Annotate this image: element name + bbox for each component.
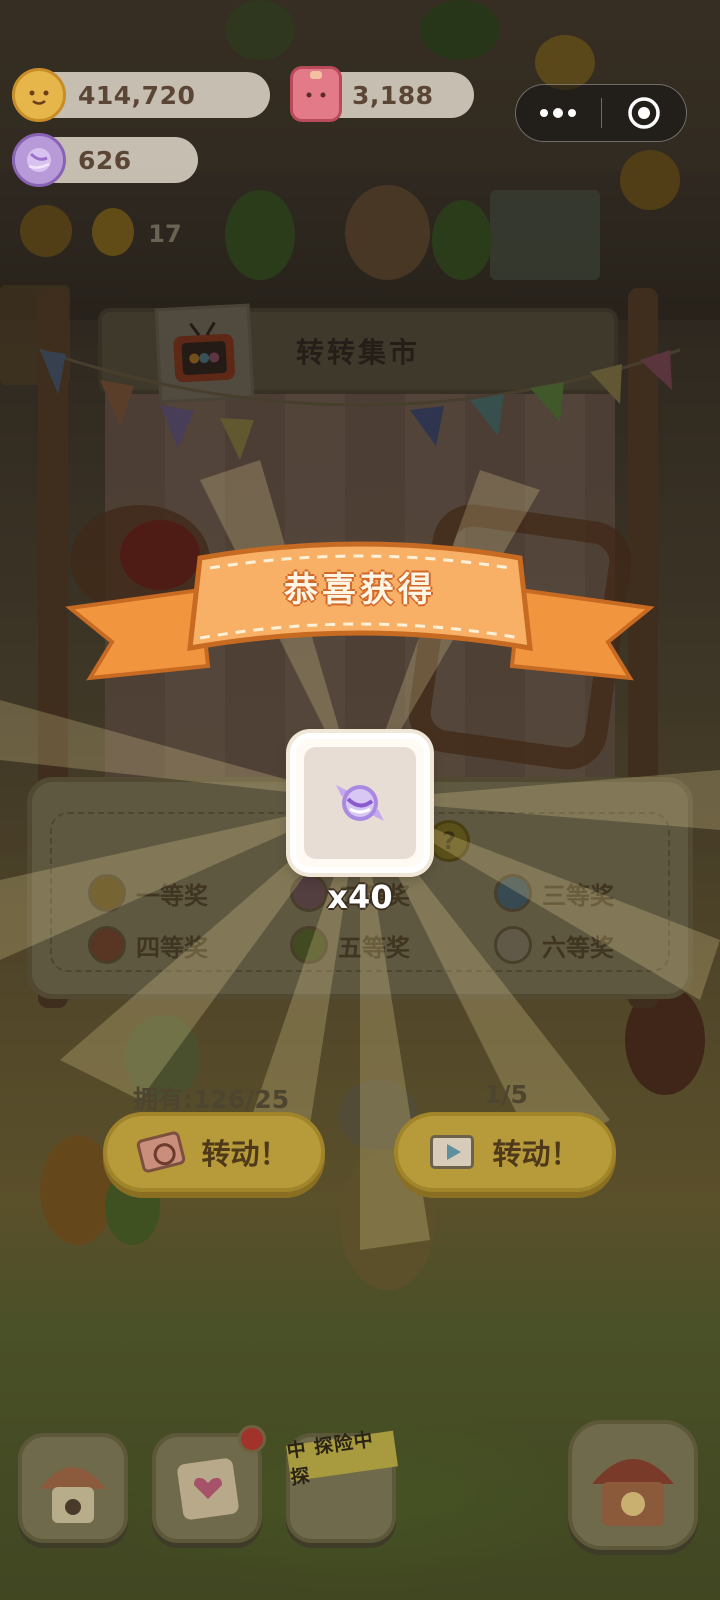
carnival-tent-icon [592, 1459, 674, 1526]
prize-dot-cream [494, 926, 532, 964]
chick-character [92, 208, 134, 256]
shopkeeper-character [345, 185, 430, 280]
adventure-status-tape: 中 探险中 探 [285, 1429, 398, 1489]
prize-dot-green [290, 926, 328, 964]
close-miniprogram-button[interactable] [602, 85, 687, 141]
ticket-spin-label: 转动！ [201, 1137, 289, 1171]
video-spin-label: 转动！ [492, 1137, 580, 1171]
potted-tree [420, 0, 500, 60]
potted-tree [225, 190, 295, 280]
jelly-balance-chip[interactable]: 3,188 [290, 66, 474, 122]
ticket-owned-count: 拥有:126/25 [133, 1085, 290, 1114]
help-question-button[interactable]: ? [428, 820, 470, 862]
potted-tree [432, 200, 492, 280]
wrapped-candy-icon [12, 133, 66, 187]
more-dots-icon [540, 108, 577, 118]
target-close-icon [628, 97, 660, 129]
legend-third-prize: 三等奖 [494, 874, 614, 912]
prize-dot-blue [494, 874, 532, 912]
reward-item-card [290, 733, 430, 873]
video-spin-button[interactable]: 转动！ [394, 1112, 616, 1192]
legend-first-prize: 一等奖 [88, 874, 208, 912]
cookie-character [535, 35, 595, 90]
notification-badge [238, 1425, 266, 1453]
coin-balance-value: 414,720 [78, 80, 196, 110]
reward-item-slot [304, 747, 416, 859]
ticket-icon [136, 1130, 187, 1174]
flower-decoration [20, 205, 72, 257]
carnival-button[interactable] [568, 1420, 698, 1550]
more-menu-button[interactable] [516, 85, 601, 141]
jelly-cube-icon [290, 66, 342, 122]
legend-label: 五等奖 [338, 933, 410, 962]
legend-sixth-prize: 六等奖 [494, 926, 614, 964]
legend-fifth-prize: 五等奖 [290, 926, 410, 964]
cookie-coin-icon [12, 68, 66, 122]
frog-character [225, 0, 295, 60]
diary-heart-icon [177, 1458, 239, 1520]
legend-fourth-prize: 四等奖 [88, 926, 208, 964]
miniprogram-capsule [515, 84, 687, 142]
shop-window-right [490, 190, 600, 280]
bunting-flags [39, 348, 681, 460]
candy-balance-chip[interactable]: 626 [12, 133, 198, 187]
legend-label: 三等奖 [542, 881, 614, 910]
prize-dot-orange [88, 926, 126, 964]
coin-balance-chip[interactable]: 414,720 [12, 68, 270, 122]
flower-decoration [620, 150, 680, 210]
legend-label: 六等奖 [542, 933, 614, 962]
prize-dot-gold [88, 874, 126, 912]
candy-balance-value: 626 [78, 145, 132, 175]
reward-quantity: x40 [327, 878, 393, 916]
video-icon [430, 1135, 475, 1169]
ticket-spin-button[interactable]: 转动！ [103, 1112, 325, 1192]
jelly-balance-value: 3,188 [352, 80, 434, 110]
legend-label: 四等奖 [136, 933, 208, 962]
legend-label: 一等奖 [136, 881, 208, 910]
wrapped-candy-icon [336, 785, 384, 821]
video-spin-count: 1/5 [484, 1080, 528, 1109]
reward-title: 恭喜获得 [284, 569, 436, 610]
background-counter: 17 [148, 220, 182, 248]
home-button[interactable] [18, 1433, 128, 1543]
mushroom-house-icon [40, 1467, 106, 1523]
